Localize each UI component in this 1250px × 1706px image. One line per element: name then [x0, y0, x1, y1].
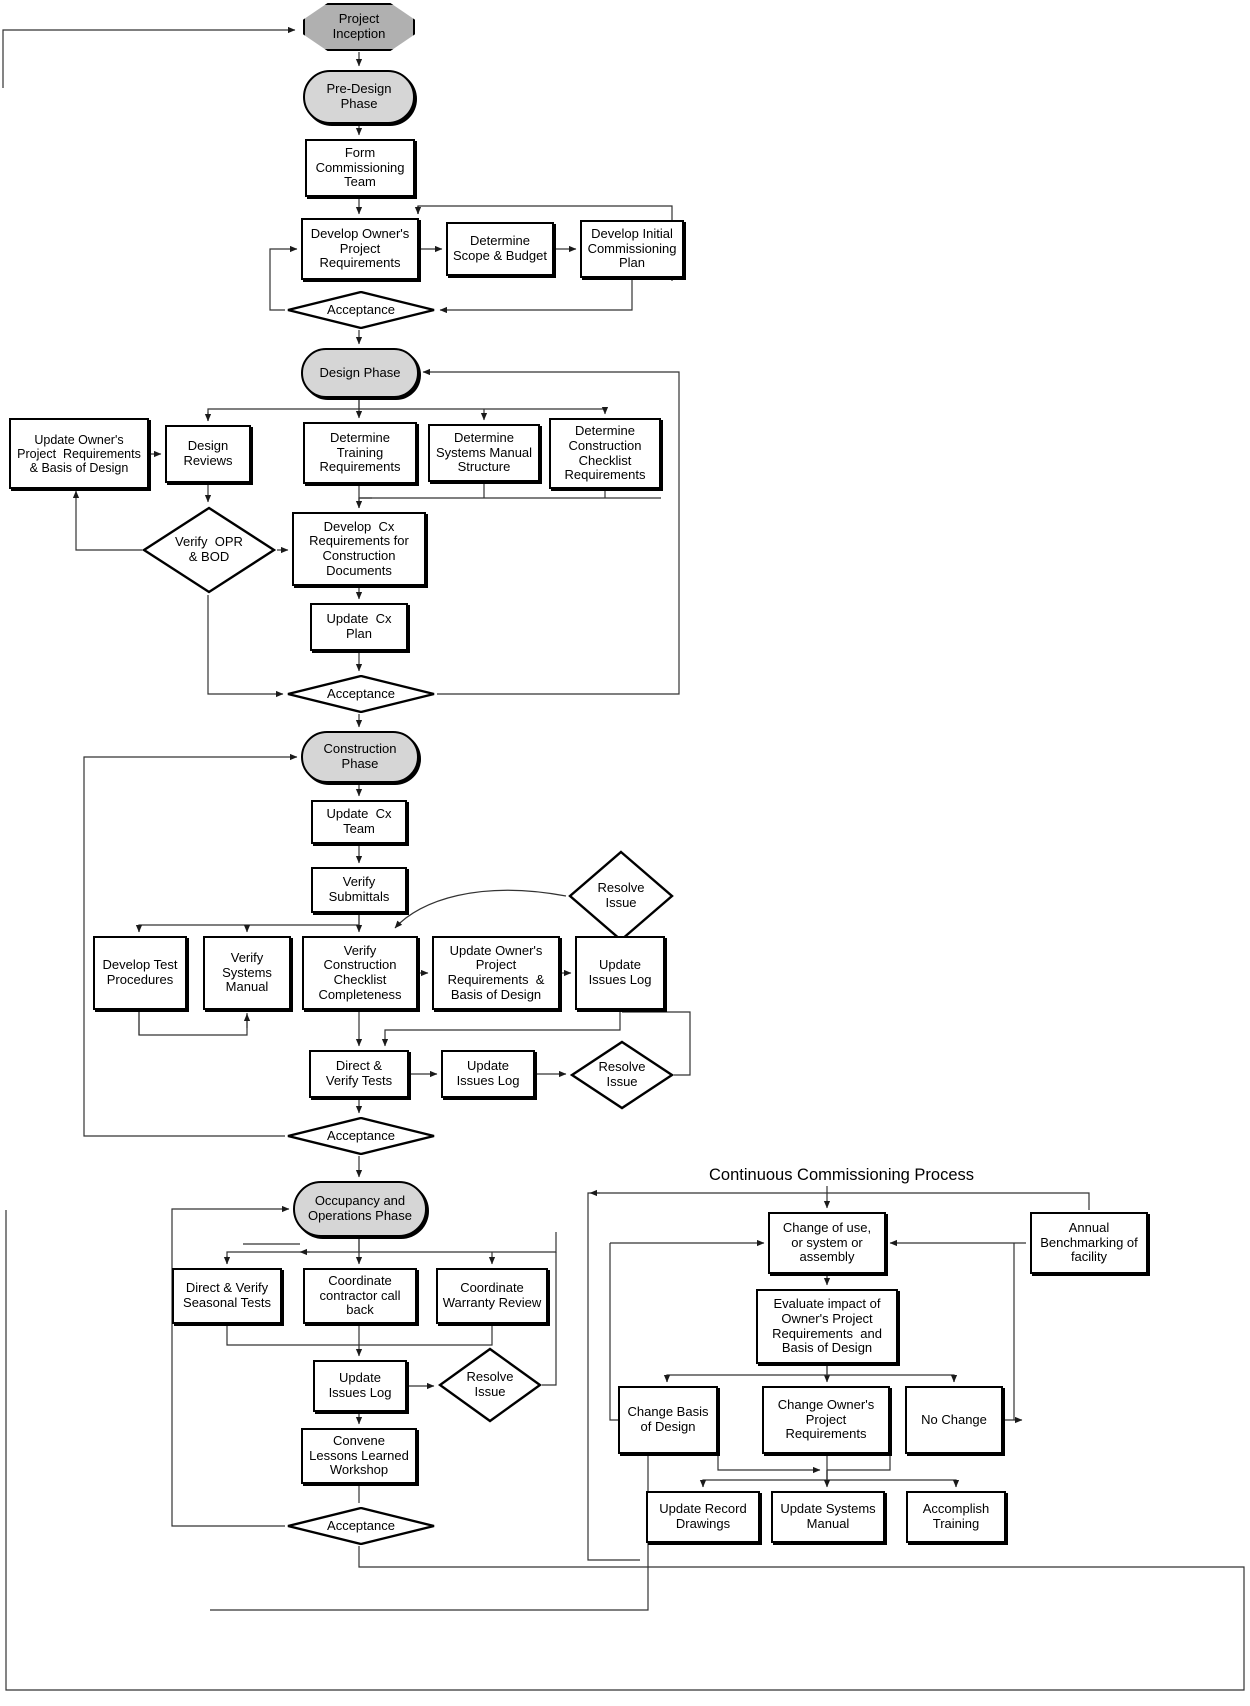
node-label: Develop Cx Requirements for Construction Do…	[309, 518, 409, 578]
node-project-inception[interactable]: Project Inception	[303, 3, 415, 51]
node-coordinate-warranty-review[interactable]: Coordinate Warranty Review	[436, 1268, 548, 1324]
node-update-opr-bod-construction[interactable]: Update Owner's Project Requirements & Basis…	[432, 936, 560, 1010]
node-label: Update Owner's Project Requirements & Basis…	[447, 942, 545, 1002]
node-verify-systems-manual[interactable]: Verify Systems Manual	[203, 936, 291, 1010]
node-evaluate-impact[interactable]: Evaluate impact of Owner's Project Require…	[756, 1289, 898, 1364]
node-label: Update Issues Log	[456, 1058, 520, 1088]
node-acceptance-occupancy[interactable]: Acceptance	[287, 1506, 435, 1546]
node-update-cx-team[interactable]: Update Cx Team	[311, 800, 407, 844]
node-label: Verify OPR & BOD	[175, 534, 243, 564]
node-design-reviews[interactable]: Design Reviews	[165, 425, 251, 483]
node-label: Acceptance	[327, 1127, 395, 1143]
node-label: Update Cx Plan	[326, 611, 392, 641]
node-direct-verify-seasonal-tests[interactable]: Direct & Verify Seasonal Tests	[172, 1268, 282, 1324]
node-label: Pre-Design Phase	[326, 81, 392, 111]
node-design-phase[interactable]: Design Phase	[301, 348, 419, 398]
node-label: Acceptance	[327, 301, 395, 317]
node-acceptance-predesign[interactable]: Acceptance	[287, 290, 435, 330]
node-label: Acceptance	[327, 1517, 395, 1533]
node-label: Form Commissioning Team	[315, 145, 405, 190]
node-label: Verify Systems Manual	[222, 950, 272, 995]
node-label: Project Inception	[332, 11, 386, 41]
node-occupancy-operations-phase[interactable]: Occupancy and Operations Phase	[293, 1181, 427, 1237]
node-annual-benchmarking[interactable]: Annual Benchmarking of facility	[1030, 1212, 1148, 1274]
node-resolve-issue-occupancy[interactable]: Resolve Issue	[437, 1347, 543, 1423]
node-determine-training-requirements[interactable]: Determine Training Requirements	[303, 422, 417, 484]
node-change-of-use[interactable]: Change of use, or system or assembly	[768, 1212, 886, 1274]
node-label: Develop Initial Commissioning Plan	[587, 226, 677, 271]
node-update-opr-bod-design[interactable]: Update Owner's Project Requirements & Basi…	[9, 418, 149, 489]
node-update-systems-manual-cc[interactable]: Update Systems Manual	[771, 1491, 885, 1543]
node-convene-lessons-learned-workshop[interactable]: Convene Lessons Learned Workshop	[301, 1428, 417, 1484]
node-label: Develop Test Procedures	[102, 957, 178, 987]
node-pre-design-phase[interactable]: Pre-Design Phase	[303, 70, 415, 124]
node-label: Determine Scope & Budget	[453, 233, 547, 263]
node-resolve-issue-checklist[interactable]: Resolve Issue	[568, 850, 674, 942]
node-label: Coordinate contractor call back	[319, 1273, 401, 1318]
node-acceptance-construction[interactable]: Acceptance	[287, 1116, 435, 1156]
node-label: Coordinate Warranty Review	[442, 1280, 542, 1310]
node-label: Acceptance	[327, 685, 395, 701]
node-coordinate-contractor-call-back[interactable]: Coordinate contractor call back	[303, 1268, 417, 1324]
node-label: Change Owner's Project Requirements	[777, 1397, 875, 1442]
node-update-cx-plan[interactable]: Update Cx Plan	[310, 603, 408, 651]
node-label: Determine Systems Manual Structure	[435, 430, 533, 475]
node-label: Update Systems Manual	[780, 1501, 876, 1531]
node-construction-phase[interactable]: Construction Phase	[301, 731, 419, 783]
node-verify-construction-checklist-completeness[interactable]: Verify Construction Checklist Completeness	[302, 936, 418, 1010]
node-label: Direct & Verify Tests	[325, 1058, 393, 1088]
node-label: Accomplish Training	[922, 1501, 990, 1531]
node-develop-test-procedures[interactable]: Develop Test Procedures	[93, 936, 187, 1010]
node-label: Annual Benchmarking of facility	[1040, 1220, 1138, 1265]
node-verify-opr-bod[interactable]: Verify OPR & BOD	[141, 506, 277, 594]
node-resolve-issue-tests[interactable]: Resolve Issue	[569, 1040, 675, 1110]
node-label: Update Cx Team	[326, 806, 392, 836]
node-label: Change Basis of Design	[627, 1404, 709, 1434]
node-label: Design Phase	[319, 364, 401, 380]
node-no-change[interactable]: No Change	[905, 1386, 1003, 1454]
node-form-commissioning-team[interactable]: Form Commissioning Team	[305, 139, 415, 197]
node-update-issues-log-construction[interactable]: Update Issues Log	[575, 936, 665, 1010]
node-label: Verify Submittals	[328, 874, 390, 904]
node-determine-systems-manual-structure[interactable]: Determine Systems Manual Structure	[428, 424, 540, 482]
node-direct-verify-tests[interactable]: Direct & Verify Tests	[309, 1050, 409, 1098]
node-change-owners-project-requirements[interactable]: Change Owner's Project Requirements	[762, 1386, 890, 1454]
node-update-issues-log-tests[interactable]: Update Issues Log	[441, 1050, 535, 1098]
node-update-issues-log-occupancy[interactable]: Update Issues Log	[313, 1360, 407, 1412]
node-label: No Change	[921, 1411, 987, 1427]
node-develop-cx-requirements-construction-documents[interactable]: Develop Cx Requirements for Construction Do…	[292, 512, 426, 586]
node-label: Verify Construction Checklist Completeness	[318, 942, 402, 1002]
node-label: Update Owner's Project Requirements & Basi…	[17, 432, 141, 475]
node-label: Construction Phase	[323, 741, 397, 771]
node-acceptance-design[interactable]: Acceptance	[287, 674, 435, 714]
node-determine-construction-checklist-requirements[interactable]: Determine Construction Checklist Requiremen…	[549, 418, 661, 489]
node-determine-scope-budget[interactable]: Determine Scope & Budget	[446, 222, 554, 276]
node-label: Evaluate impact of Owner's Project Require…	[772, 1296, 882, 1356]
node-label: Update Issues Log	[328, 1370, 392, 1400]
node-label: Develop Owner's Project Requirements	[310, 226, 410, 271]
node-develop-initial-commissioning-plan[interactable]: Develop Initial Commissioning Plan	[580, 220, 684, 278]
node-label: Occupancy and Operations Phase	[307, 1193, 413, 1223]
node-verify-submittals[interactable]: Verify Submittals	[311, 867, 407, 913]
node-label: Update Record Drawings	[659, 1501, 747, 1531]
node-develop-owners-project-requirements[interactable]: Develop Owner's Project Requirements	[301, 218, 419, 280]
node-update-record-drawings[interactable]: Update Record Drawings	[646, 1491, 760, 1543]
node-change-basis-of-design[interactable]: Change Basis of Design	[618, 1386, 718, 1454]
node-label: Update Issues Log	[588, 957, 652, 987]
node-label: Resolve Issue	[466, 1369, 514, 1399]
node-label: Determine Training Requirements	[319, 430, 401, 475]
flowchart-canvas: Continuous Commissioning Process Project…	[0, 0, 1250, 1706]
node-label: Resolve Issue	[597, 880, 645, 910]
node-label: Change of use, or system or assembly	[782, 1220, 872, 1265]
node-label: Resolve Issue	[598, 1059, 646, 1089]
node-accomplish-training[interactable]: Accomplish Training	[906, 1491, 1006, 1543]
node-label: Design Reviews	[183, 438, 233, 468]
node-label: Convene Lessons Learned Workshop	[309, 1433, 409, 1478]
node-label: Determine Construction Checklist Requiremen…	[564, 423, 646, 483]
node-label: Direct & Verify Seasonal Tests	[183, 1280, 271, 1310]
continuous-commissioning-title: Continuous Commissioning Process	[709, 1166, 975, 1184]
